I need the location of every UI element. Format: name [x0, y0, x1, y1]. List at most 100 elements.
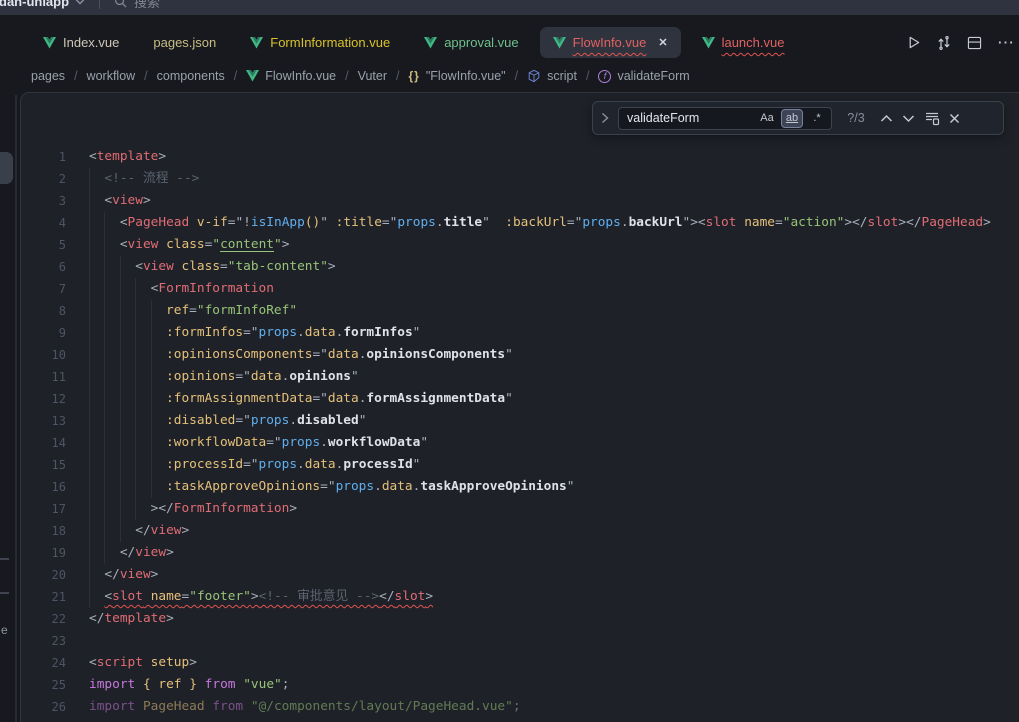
code-line[interactable]: 26import PageHead from "@/components/lay…	[21, 696, 1019, 718]
global-search-label: 搜索	[134, 0, 160, 11]
code-line[interactable]: 22</template>	[21, 608, 1019, 630]
code-line[interactable]: 18 </view>	[21, 520, 1019, 542]
regex-toggle[interactable]: .*	[806, 109, 828, 128]
next-match-button[interactable]	[902, 114, 915, 123]
indent-guide	[151, 388, 152, 410]
line-number: 16	[21, 476, 66, 498]
breadcrumb-item[interactable]: FlowInfo.vue	[246, 69, 336, 83]
match-case-toggle[interactable]: Aa	[756, 109, 778, 128]
vue-icon	[553, 37, 566, 49]
breadcrumb-item[interactable]: Vuter	[358, 69, 387, 83]
code-line[interactable]: 9 :formInfos="props.data.formInfos"	[21, 322, 1019, 344]
global-search[interactable]: 搜索	[114, 0, 160, 11]
tab-pages-json[interactable]: pages.json	[140, 27, 229, 58]
ide-window: dan-uniapp 搜索 e Index.vuepages.jsonFormI…	[0, 0, 1019, 722]
code-line[interactable]: 24<script setup>	[21, 652, 1019, 674]
line-number: 20	[21, 564, 66, 586]
close-find-button[interactable]	[949, 113, 960, 124]
run-icon	[906, 35, 921, 50]
more-button[interactable]: ⋯	[997, 38, 1015, 48]
line-number: 18	[21, 520, 66, 542]
code-line[interactable]: 25import { ref } from "vue";	[21, 674, 1019, 696]
code-line[interactable]: 23	[21, 630, 1019, 652]
code-line[interactable]: 11 :opinions="data.opinions"	[21, 366, 1019, 388]
code-line[interactable]: 21 <slot name="footer"><!-- 审批意见 --></sl…	[21, 586, 1019, 608]
find-in-selection-button[interactable]	[924, 111, 940, 126]
indent-guide	[89, 410, 90, 432]
code-line[interactable]: 8 ref="formInfoRef"	[21, 300, 1019, 322]
function-icon: f	[598, 70, 611, 83]
breadcrumb-item[interactable]: workflow	[87, 69, 136, 83]
code-line[interactable]: 4 <PageHead v-if="!isInApp()" :title="pr…	[21, 212, 1019, 234]
sidebar-item-fragment	[0, 592, 9, 594]
changes-button[interactable]	[936, 35, 952, 51]
breadcrumb-separator: /	[396, 69, 399, 83]
code-line[interactable]: 12 :formAssignmentData="data.formAssignm…	[21, 388, 1019, 410]
indent-guide	[104, 476, 105, 498]
toggle-replace-button[interactable]	[601, 112, 609, 124]
indent-guide	[89, 520, 90, 542]
indent-guide	[104, 212, 105, 234]
code-line[interactable]: 17 ></FormInformation>	[21, 498, 1019, 520]
indent-guide	[135, 432, 136, 454]
indent-guide	[151, 366, 152, 388]
indent-guide	[89, 476, 90, 498]
indent-guide	[151, 322, 152, 344]
tab-flowinfo-vue[interactable]: FlowInfo.vue✕	[540, 27, 681, 58]
code-line[interactable]: 20 </view>	[21, 564, 1019, 586]
find-input[interactable]	[627, 111, 753, 125]
tab-label: Index.vue	[63, 35, 119, 50]
code-line[interactable]: 2 <!-- 流程 -->	[21, 168, 1019, 190]
code-line[interactable]: 16 :taskApproveOpinions="props.data.task…	[21, 476, 1019, 498]
code-line[interactable]: 7 <FormInformation	[21, 278, 1019, 300]
whole-word-toggle[interactable]: ab	[781, 109, 803, 128]
breadcrumb-label: Vuter	[358, 69, 387, 83]
previous-match-button[interactable]	[880, 114, 893, 123]
editor-actions: ⋯	[906, 35, 1017, 51]
line-content: ></FormInformation>	[89, 498, 297, 520]
tab-launch-vue[interactable]: launch.vue	[689, 27, 798, 58]
code-line[interactable]: 15 :processId="props.data.processId"	[21, 454, 1019, 476]
line-number: 4	[21, 212, 66, 234]
indent-guide	[89, 256, 90, 278]
project-name: dan-uniapp	[0, 0, 69, 9]
close-tab-icon[interactable]: ✕	[658, 36, 667, 49]
breadcrumb-item[interactable]: {}"FlowInfo.vue"	[409, 69, 506, 83]
breadcrumb-label: workflow	[87, 69, 136, 83]
tab-approval-vue[interactable]: approval.vue	[411, 27, 531, 58]
code-line[interactable]: 3 <view>	[21, 190, 1019, 212]
tab-forminformation-vue[interactable]: FormInformation.vue	[237, 27, 403, 58]
code-line[interactable]: 1<template>	[21, 146, 1019, 168]
breadcrumb-separator: /	[345, 69, 348, 83]
titlebar-divider	[99, 0, 100, 9]
sidebar-resize-handle[interactable]	[15, 95, 17, 722]
breadcrumb-item[interactable]: pages	[31, 69, 65, 83]
code-line[interactable]: 13 :disabled="props.disabled"	[21, 410, 1019, 432]
indent-guide	[135, 322, 136, 344]
project-selector[interactable]: dan-uniapp	[0, 0, 85, 9]
line-content: :formAssignmentData="data.formAssignment…	[89, 388, 513, 410]
breadcrumb-item[interactable]: script	[527, 69, 577, 83]
line-content: :processId="props.data.processId"	[89, 454, 420, 476]
title-bar: dan-uniapp 搜索	[0, 0, 1019, 15]
run-button[interactable]	[906, 35, 921, 50]
code-line[interactable]: 6 <view class="tab-content">	[21, 256, 1019, 278]
find-input-box: Aaab.*	[618, 107, 832, 130]
line-number: 6	[21, 256, 66, 278]
line-content: <script setup>	[89, 652, 197, 674]
code-line[interactable]: 19 </view>	[21, 542, 1019, 564]
code-line[interactable]: 14 :workflowData="props.workflowData"	[21, 432, 1019, 454]
code-line[interactable]: 10 :opinionsComponents="data.opinionsCom…	[21, 344, 1019, 366]
breadcrumb-item[interactable]: fvalidateForm	[598, 69, 689, 83]
tab-index-vue[interactable]: Index.vue	[30, 27, 132, 58]
split-editor-button[interactable]	[967, 36, 982, 50]
indent-guide	[120, 476, 121, 498]
sidebar-selected-item[interactable]	[0, 152, 13, 184]
breadcrumb-item[interactable]: components	[157, 69, 225, 83]
code-line[interactable]: 5 <view class="content">	[21, 234, 1019, 256]
line-number: 26	[21, 696, 66, 718]
split-editor-icon	[967, 36, 982, 50]
indent-guide	[89, 586, 90, 608]
line-number: 13	[21, 410, 66, 432]
indent-guide	[104, 388, 105, 410]
